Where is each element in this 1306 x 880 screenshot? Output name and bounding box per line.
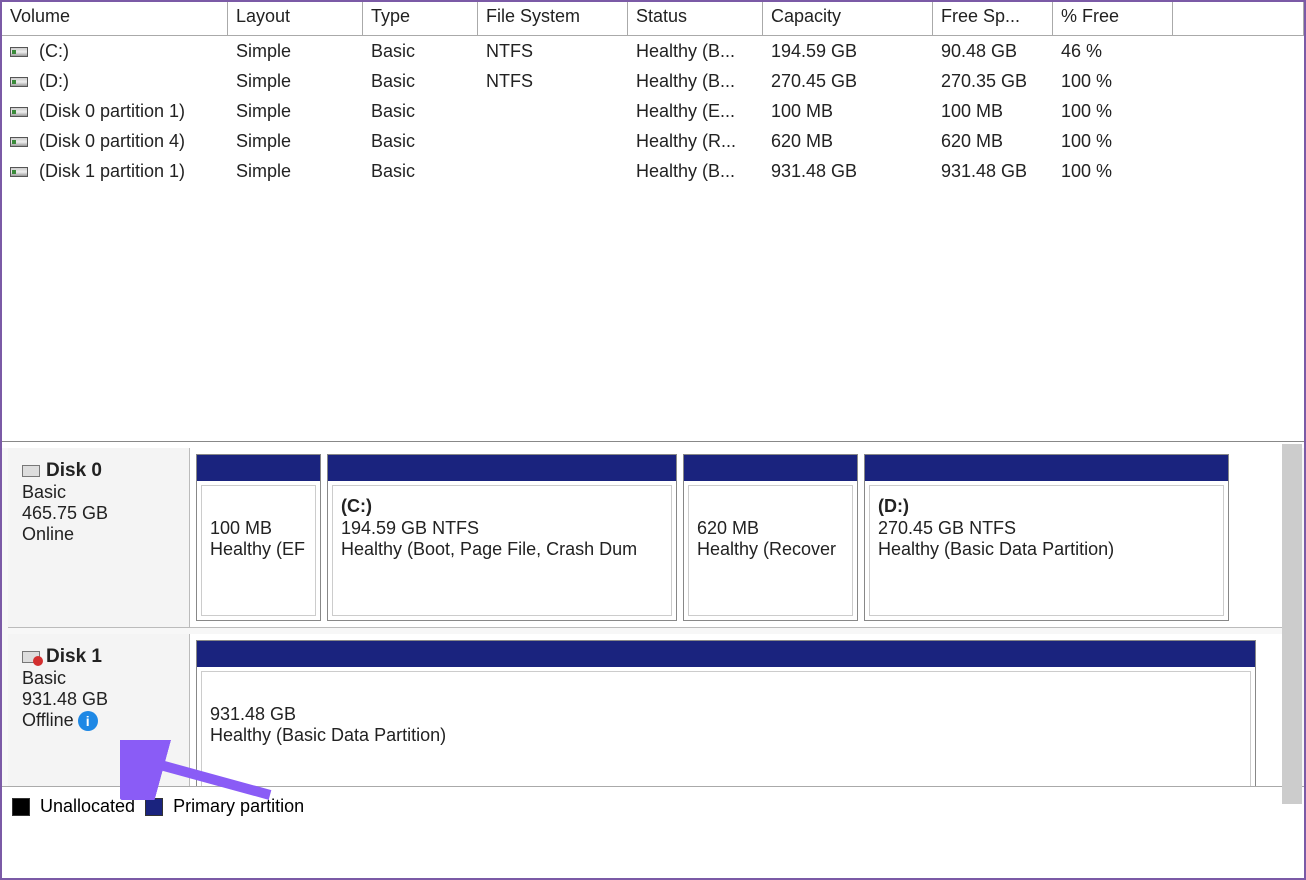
partition[interactable]: 100 MBHealthy (EF (196, 454, 321, 621)
partition-label: (C:) (341, 496, 663, 518)
disk-row: Disk 1Basic931.48 GBOfflinei931.48 GBHea… (8, 634, 1298, 804)
volume-list-pane: Volume Layout Type File System Status Ca… (2, 2, 1304, 442)
volume-rows: (C:)SimpleBasicNTFSHealthy (B...194.59 G… (2, 36, 1304, 186)
volume-row[interactable]: (Disk 0 partition 1)SimpleBasicHealthy (… (2, 96, 1304, 126)
partition[interactable]: 931.48 GBHealthy (Basic Data Partition) (196, 640, 1256, 797)
col-capacity[interactable]: Capacity (763, 2, 933, 35)
col-volume[interactable]: Volume (2, 2, 228, 35)
disk-partitions: 931.48 GBHealthy (Basic Data Partition) (190, 634, 1298, 803)
volume-icon (10, 77, 28, 87)
volume-icon (10, 167, 28, 177)
volume-row[interactable]: (D:)SimpleBasicNTFSHealthy (B...270.45 G… (2, 66, 1304, 96)
legend-label-unallocated: Unallocated (40, 796, 135, 817)
volume-row[interactable]: (Disk 1 partition 1)SimpleBasicHealthy (… (2, 156, 1304, 186)
disk-info[interactable]: Disk 1Basic931.48 GBOfflinei (8, 634, 190, 803)
col-layout[interactable]: Layout (228, 2, 363, 35)
disk-icon (22, 465, 40, 477)
disk-title: Disk 0 (46, 460, 102, 481)
col-filesystem[interactable]: File System (478, 2, 628, 35)
partition[interactable]: (C:)194.59 GB NTFSHealthy (Boot, Page Fi… (327, 454, 677, 621)
volume-icon (10, 137, 28, 147)
disk-title: Disk 1 (46, 646, 102, 667)
col-freespace[interactable]: Free Sp... (933, 2, 1053, 35)
volume-row[interactable]: (Disk 0 partition 4)SimpleBasicHealthy (… (2, 126, 1304, 156)
partition-label (210, 682, 1242, 704)
volume-icon (10, 107, 28, 117)
legend-label-primary: Primary partition (173, 796, 304, 817)
volume-icon (10, 47, 28, 57)
disk-graphical-pane: Disk 0Basic465.75 GBOnline100 MBHealthy … (2, 448, 1304, 826)
disk-offline-icon (22, 651, 40, 663)
info-icon[interactable]: i (78, 711, 98, 731)
partition[interactable]: (D:)270.45 GB NTFSHealthy (Basic Data Pa… (864, 454, 1229, 621)
col-pctfree[interactable]: % Free (1053, 2, 1173, 35)
disk-row: Disk 0Basic465.75 GBOnline100 MBHealthy … (8, 448, 1298, 628)
partition-header (865, 455, 1228, 481)
partition-header (197, 455, 320, 481)
col-status[interactable]: Status (628, 2, 763, 35)
partition-label (210, 496, 307, 518)
partition-header (328, 455, 676, 481)
scrollbar[interactable] (1282, 444, 1302, 804)
volume-row[interactable]: (C:)SimpleBasicNTFSHealthy (B...194.59 G… (2, 36, 1304, 66)
disk-partitions: 100 MBHealthy (EF(C:)194.59 GB NTFSHealt… (190, 448, 1298, 627)
disk-info[interactable]: Disk 0Basic465.75 GBOnline (8, 448, 190, 627)
legend-swatch-primary (145, 798, 163, 816)
column-headers: Volume Layout Type File System Status Ca… (2, 2, 1304, 36)
partition-label: (D:) (878, 496, 1215, 518)
col-spacer (1173, 2, 1304, 35)
legend-swatch-unallocated (12, 798, 30, 816)
col-type[interactable]: Type (363, 2, 478, 35)
legend: Unallocated Primary partition (2, 786, 1304, 826)
partition-header (197, 641, 1255, 667)
partition-header (684, 455, 857, 481)
partition-label (697, 496, 844, 518)
partition[interactable]: 620 MBHealthy (Recover (683, 454, 858, 621)
